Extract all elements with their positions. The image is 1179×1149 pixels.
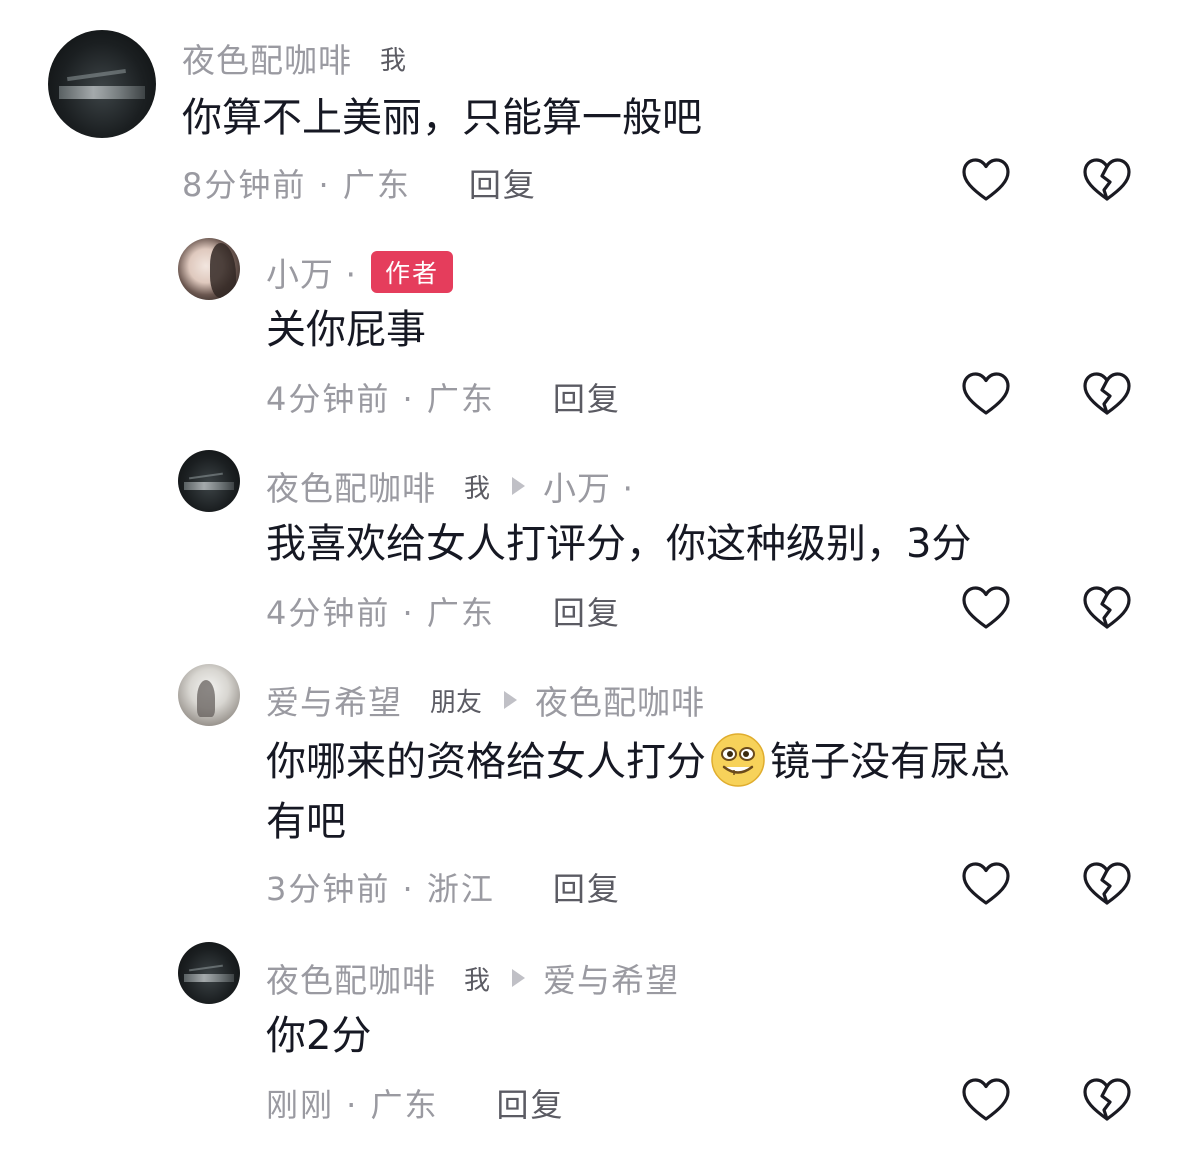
comment-text-line-2: 有吧 <box>266 799 346 845</box>
avatar[interactable] <box>48 30 156 138</box>
reply-button[interactable]: 回复 <box>553 374 621 420</box>
timestamp-location: 4分钟前 · 广东 <box>266 594 495 632</box>
comment-text: 关你屁事 <box>266 307 426 353</box>
avatar[interactable] <box>178 942 240 1004</box>
heart-outline-icon[interactable] <box>962 586 1010 630</box>
reply-button[interactable]: 回复 <box>553 864 621 910</box>
comment-text: 我喜欢给女人打评分，你这种级别，3分 <box>266 521 972 567</box>
avatar[interactable] <box>178 450 240 512</box>
heart-outline-icon[interactable] <box>962 158 1010 202</box>
heart-outline-icon[interactable] <box>962 372 1010 416</box>
avatar[interactable] <box>178 664 240 726</box>
username[interactable]: 小万 · <box>266 248 357 296</box>
broken-heart-icon[interactable] <box>1083 372 1131 416</box>
reply-button[interactable]: 回复 <box>553 588 621 634</box>
self-tag: 我 <box>380 45 407 76</box>
self-tag: 我 <box>464 473 491 504</box>
username[interactable]: 夜色配咖啡 <box>182 34 352 82</box>
timestamp-location: 4分钟前 · 广东 <box>266 380 495 418</box>
reply-button[interactable]: 回复 <box>469 160 537 206</box>
heart-outline-icon[interactable] <box>962 862 1010 906</box>
play-arrow-icon <box>504 691 518 709</box>
broken-heart-icon[interactable] <box>1083 1078 1131 1122</box>
avatar[interactable] <box>178 238 240 300</box>
comment-text-part-2: 镜子没有尿总 <box>770 739 1010 785</box>
reply-button[interactable]: 回复 <box>497 1080 565 1126</box>
reply-to-username[interactable]: 小万 · <box>543 462 634 510</box>
username[interactable]: 夜色配咖啡 <box>266 954 436 1002</box>
username[interactable]: 夜色配咖啡 <box>266 462 436 510</box>
broken-heart-icon[interactable] <box>1083 158 1131 202</box>
timestamp-location: 8分钟前 · 广东 <box>182 166 411 204</box>
timestamp-location: 刚刚 · 广东 <box>266 1086 439 1124</box>
heart-outline-icon[interactable] <box>962 1078 1010 1122</box>
play-arrow-icon <box>512 477 526 495</box>
broken-heart-icon[interactable] <box>1083 586 1131 630</box>
friend-tag: 朋友 <box>430 687 483 718</box>
comment-text: 你哪来的资格给女人打分 镜子没有尿总 <box>266 732 1010 792</box>
self-tag: 我 <box>464 965 491 996</box>
timestamp-location: 3分钟前 · 浙江 <box>266 870 495 908</box>
play-arrow-icon <box>512 969 526 987</box>
reply-to-username[interactable]: 夜色配咖啡 <box>535 676 705 724</box>
grin-emoji-icon <box>711 733 765 787</box>
comment-text: 你2分 <box>266 1013 372 1059</box>
username[interactable]: 爱与希望 <box>266 676 402 724</box>
reply-to-username[interactable]: 爱与希望 <box>543 954 679 1002</box>
author-badge: 作者 <box>370 251 453 293</box>
broken-heart-icon[interactable] <box>1083 862 1131 906</box>
comment-text: 你算不上美丽，只能算一般吧 <box>182 95 702 141</box>
comment-text-part-1: 你哪来的资格给女人打分 <box>266 739 706 785</box>
